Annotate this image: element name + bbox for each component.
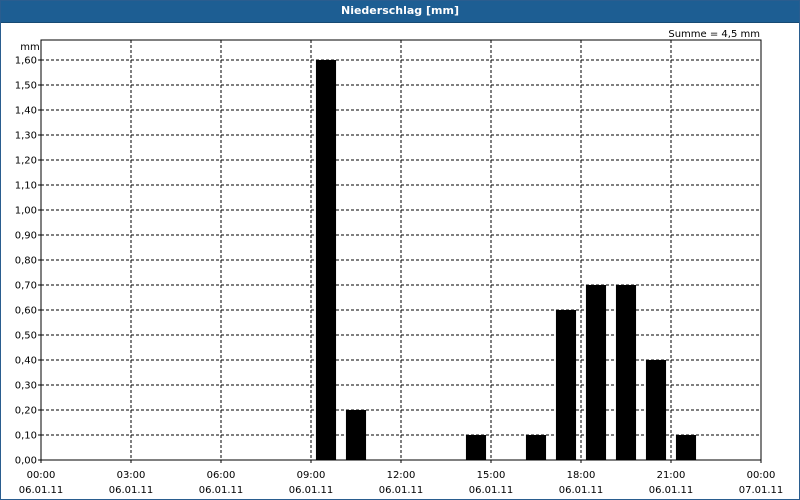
x-tick-time-label: 00:00 (27, 470, 56, 481)
sum-annotation: Summe = 4,5 mm (668, 29, 760, 40)
x-tick-time-label: 12:00 (387, 470, 416, 481)
x-tick-date-label: 06.01.11 (199, 485, 244, 496)
y-tick-label: 1,00 (15, 206, 37, 217)
x-tick-date-label: 06.01.11 (19, 485, 64, 496)
y-tick-label: 1,40 (15, 106, 37, 117)
x-tick-time-label: 06:00 (207, 470, 236, 481)
y-tick-label: 1,30 (15, 131, 37, 142)
precipitation-chart: mm Summe = 4,5 mm 0,00 0,10 0,20 0,30 0,40 0,… (15, 29, 784, 496)
precipitation-bar (315, 60, 337, 460)
y-tick-label: 0,30 (15, 381, 37, 392)
y-tick-label: 0,20 (15, 406, 37, 417)
y-tick-label: 0,70 (15, 281, 37, 292)
x-tick-time-label: 03:00 (117, 470, 146, 481)
y-tick-label: 0,90 (15, 231, 37, 242)
x-tick-time-label: 00:00 (747, 470, 776, 481)
x-tick-time-label: 15:00 (477, 470, 506, 481)
y-tick-label: 1,60 (15, 56, 37, 67)
y-tick-label: 0,10 (15, 431, 37, 442)
x-tick-date-label: 06.01.11 (379, 485, 424, 496)
y-tick-label: 1,50 (15, 81, 37, 92)
x-tick-date-label: 07.01.11 (739, 485, 784, 496)
precipitation-bar (525, 435, 547, 460)
precipitation-bar (345, 410, 367, 460)
x-tick-date-label: 06.01.11 (559, 485, 604, 496)
x-tick-time-label: 09:00 (297, 470, 326, 481)
precipitation-bar (465, 435, 487, 460)
precipitation-bar (645, 360, 667, 460)
x-tick-time-label: 21:00 (657, 470, 686, 481)
x-tick-time-label: 18:00 (567, 470, 596, 481)
y-tick-label: 1,10 (15, 181, 37, 192)
precipitation-bar (675, 435, 697, 460)
precipitation-bar (585, 285, 607, 460)
y-tick-label: 0,40 (15, 356, 37, 367)
precipitation-bar (615, 285, 637, 460)
precipitation-bar (555, 310, 577, 460)
y-tick-label: 1,20 (15, 156, 37, 167)
x-tick-date-label: 06.01.11 (649, 485, 694, 496)
y-tick-label: 0,80 (15, 256, 37, 267)
y-tick-label: 0,60 (15, 306, 37, 317)
y-tick-label: 0,00 (15, 456, 37, 467)
y-tick-label: 0,50 (15, 331, 37, 342)
y-axis-unit-label: mm (20, 42, 39, 53)
x-tick-date-label: 06.01.11 (469, 485, 514, 496)
x-tick-date-label: 06.01.11 (289, 485, 334, 496)
x-tick-date-label: 06.01.11 (109, 485, 154, 496)
